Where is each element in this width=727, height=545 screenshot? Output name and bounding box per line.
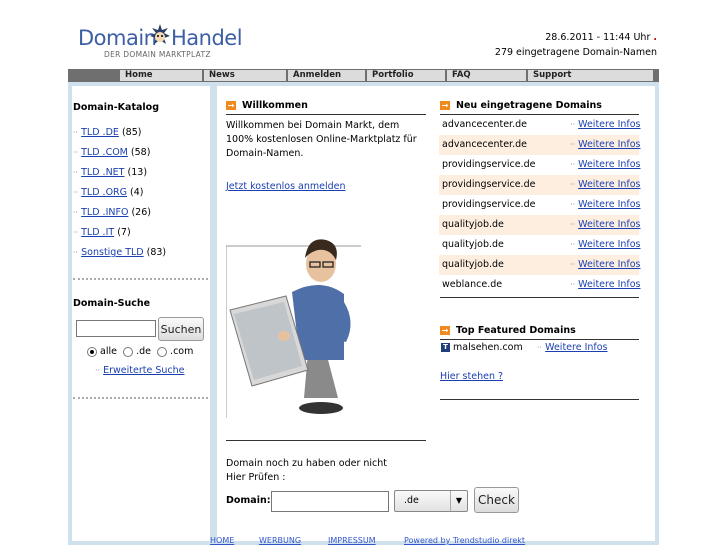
current-datetime: 28.6.2011 - 11:44 Uhr . <box>545 32 657 43</box>
catalog-link-info[interactable]: TLD .INFO <box>81 207 128 218</box>
nav-faq[interactable]: FAQ <box>447 70 526 81</box>
nav-news[interactable]: News <box>204 70 286 81</box>
footer-werbung[interactable]: WERBUNG <box>259 536 301 545</box>
more-info-link[interactable]: Weitere Infos <box>578 259 640 270</box>
more-info-link[interactable]: Weitere Infos <box>578 199 640 210</box>
catalog-link-de[interactable]: TLD .DE <box>81 127 119 138</box>
chevron-down-icon: ▼ <box>450 491 467 511</box>
tld-filter: alle .de .com <box>87 346 193 357</box>
main-nav: Home News Anmelden Portfolio FAQ Support <box>68 69 659 82</box>
featured-domain: T malsehen.com <box>441 342 523 353</box>
featured-more: ·· Weitere Infos <box>537 342 608 353</box>
arrow-right-icon: → <box>226 101 236 110</box>
more-info-link[interactable]: Weitere Infos <box>578 279 640 290</box>
welcome-rule <box>226 114 426 115</box>
catalog-link-other[interactable]: Sonstige TLD <box>81 247 143 258</box>
nav-support[interactable]: Support <box>528 70 653 81</box>
more-info-link[interactable]: Weitere Infos <box>578 179 640 190</box>
featured-badge-icon: T <box>441 343 450 352</box>
advanced-search-link[interactable]: Erweiterte Suche <box>103 365 184 376</box>
featured-bottom-rule <box>440 399 639 400</box>
arrow-right-icon: → <box>440 101 450 110</box>
radio-de[interactable] <box>123 346 134 357</box>
catalog-item-org: ·· TLD .ORG (4) <box>73 187 144 198</box>
logo-text-right: Handel <box>171 26 243 50</box>
check-button[interactable]: Check <box>474 487 519 513</box>
man-with-laptop-image <box>226 239 361 418</box>
nav-portfolio[interactable]: Portfolio <box>367 70 445 81</box>
tld-select-value: .de <box>404 495 419 506</box>
search-title: Domain-Suche <box>73 298 151 309</box>
site-logo[interactable]: Domain Handel DER DOMAIN MARKTPLATZ <box>78 22 248 62</box>
more-info-link[interactable]: Weitere Infos <box>578 139 640 150</box>
nav-anmelden[interactable]: Anmelden <box>288 70 365 81</box>
radio-all[interactable] <box>87 346 97 357</box>
domain-row: qualityjob.de ·· Weitere Infos <box>442 239 641 250</box>
catalog-link-org[interactable]: TLD .ORG <box>81 187 127 198</box>
catalog-item-it: ·· TLD .IT (7) <box>73 227 131 238</box>
nav-home[interactable]: Home <box>120 70 202 81</box>
sidebar-divider-2 <box>73 397 208 399</box>
domain-row: providingservice.de ·· Weitere Infos <box>439 175 641 195</box>
more-info-link[interactable]: Weitere Infos <box>578 219 640 230</box>
domain-check-input[interactable] <box>271 491 389 512</box>
domain-search-input[interactable] <box>76 320 156 337</box>
featured-rule <box>440 339 639 340</box>
featured-title: → Top Featured Domains <box>440 325 576 336</box>
new-domains-bottom-rule <box>440 297 639 298</box>
tld-select[interactable]: .de ▼ <box>394 490 468 512</box>
logo-tagline: DER DOMAIN MARKTPLATZ <box>104 50 211 59</box>
domain-count: 279 eingetragene Domain-Namen <box>494 47 657 58</box>
catalog-link-com[interactable]: TLD .COM <box>81 147 128 158</box>
catalog-title: Domain-Katalog <box>73 102 159 113</box>
check-rule <box>226 440 426 441</box>
register-link[interactable]: Jetzt kostenlos anmelden <box>226 181 346 192</box>
domain-row: weblance.de ·· Weitere Infos <box>442 279 641 290</box>
radio-com[interactable] <box>157 346 168 357</box>
logo-text-left: Domain <box>78 26 157 50</box>
footer-powered[interactable]: Powered by Trendstudio direkt <box>404 536 525 545</box>
catalog-item-other: ·· Sonstige TLD (83) <box>73 247 167 258</box>
more-info-link[interactable]: Weitere Infos <box>578 119 640 130</box>
domain-row: advancecenter.de ·· Weitere Infos <box>439 135 641 155</box>
featured-more-link[interactable]: Weitere Infos <box>545 342 607 353</box>
new-domains-title: → Neu eingetragene Domains <box>440 100 602 111</box>
arrow-right-icon: → <box>440 326 450 335</box>
stand-here-link[interactable]: Hier stehen ? <box>440 371 503 382</box>
domain-row: providingservice.de ·· Weitere Infos <box>442 159 641 170</box>
domain-row: qualityjob.de ·· Weitere Infos <box>439 255 641 275</box>
domain-row: advancecenter.de ·· Weitere Infos <box>442 119 641 130</box>
check-text: Domain noch zu haben oder nicht Hier Prü… <box>226 458 388 483</box>
sidebar-divider <box>73 278 208 280</box>
domain-row: qualityjob.de ·· Weitere Infos <box>439 215 641 235</box>
footer-impressum[interactable]: IMPRESSUM <box>328 536 376 545</box>
catalog-item-com: ·· TLD .COM (58) <box>73 147 151 158</box>
more-info-link[interactable]: Weitere Infos <box>578 239 640 250</box>
domain-label: Domain: <box>226 495 271 506</box>
welcome-text: Willkommen bei Domain Markt, dem 100% ko… <box>226 120 417 159</box>
catalog-item-info: ·· TLD .INFO (26) <box>73 207 151 218</box>
catalog-link-it[interactable]: TLD .IT <box>81 227 114 238</box>
footer-home[interactable]: HOME <box>210 536 234 545</box>
catalog-item-net: ·· TLD .NET (13) <box>73 167 148 178</box>
welcome-title: → Willkommen <box>226 100 308 111</box>
domain-row: providingservice.de ·· Weitere Infos <box>442 199 641 210</box>
advanced-search: ·· Erweiterte Suche <box>95 365 185 376</box>
catalog-link-net[interactable]: TLD .NET <box>81 167 124 178</box>
logo-mascot-icon <box>150 24 170 44</box>
search-button[interactable]: Suchen <box>158 317 204 341</box>
more-info-link[interactable]: Weitere Infos <box>578 159 640 170</box>
catalog-item-de: ·· TLD .DE (85) <box>73 127 142 138</box>
